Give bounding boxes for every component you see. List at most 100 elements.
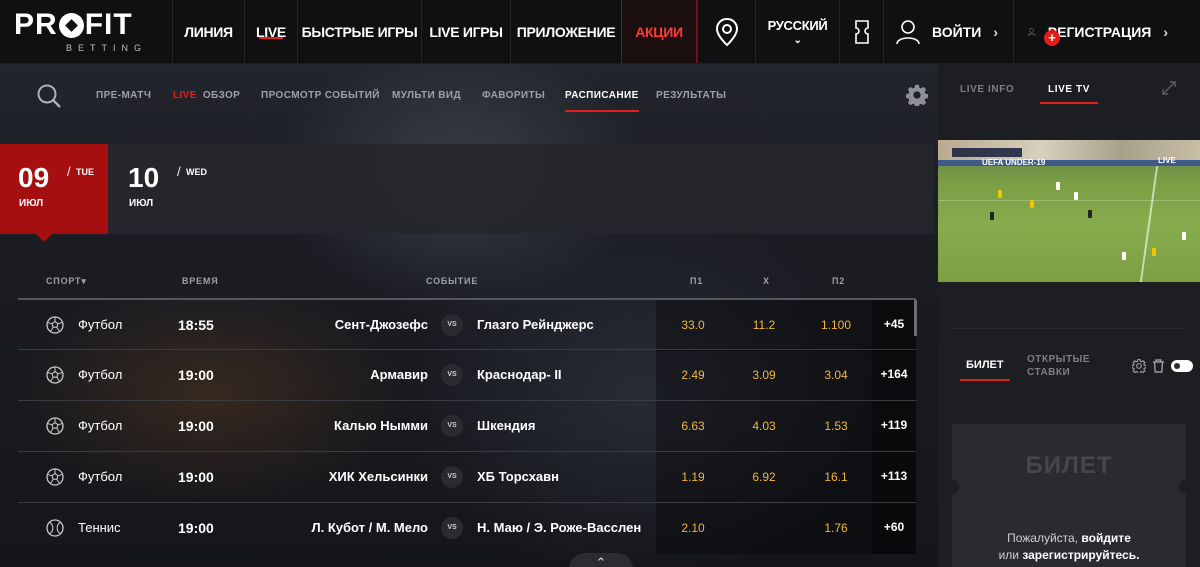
table-row[interactable]: Футбол 19:00 Армавир VS Краснодар- II 2.49 3.0… xyxy=(18,349,916,401)
trash-icon[interactable] xyxy=(1152,359,1165,373)
tab-schedule[interactable]: РАСПИСАНИЕ xyxy=(565,90,639,112)
home-team[interactable]: ХИК Хельсинки xyxy=(329,469,428,484)
home-team[interactable]: Л. Кубот / М. Мело xyxy=(312,520,429,535)
tennis-ball-icon xyxy=(46,519,64,537)
odd-p1[interactable]: 1.19 xyxy=(663,470,723,484)
event-time: 19:00 xyxy=(178,367,214,383)
ticket-login-link[interactable]: войдите xyxy=(1081,531,1130,545)
odd-p1[interactable]: 6.63 xyxy=(663,419,723,433)
away-team[interactable]: ХБ Торсхавн xyxy=(477,469,559,484)
ticket-register-link[interactable]: зарегистрируйтесь. xyxy=(1022,548,1139,562)
tab-multiview[interactable]: МУЛЬТИ ВИД xyxy=(392,90,461,101)
search-icon[interactable] xyxy=(36,83,62,109)
odd-p1[interactable]: 33.0 xyxy=(663,318,723,332)
ticket-card: БИЛЕТ Пожалуйста, войдите или зарегистри… xyxy=(945,424,1193,567)
tab-live-overview[interactable]: LIVE ОБЗОР xyxy=(173,90,240,101)
gear-icon[interactable] xyxy=(1132,359,1146,373)
odd-x[interactable]: 11.2 xyxy=(734,318,794,332)
pitch-line xyxy=(1139,166,1159,282)
odd-p2[interactable]: 1.53 xyxy=(806,419,866,433)
right-panel: LIVE INFO LIVE TV UEFA UNDER-19 LIVE БИЛ… xyxy=(938,64,1200,567)
video-scorebug xyxy=(952,148,1022,157)
logo[interactable]: PR FIT BETTING xyxy=(0,0,172,63)
video-live-label: LIVE xyxy=(1158,156,1176,165)
column-p1: П1 xyxy=(690,276,704,286)
date-tab-active[interactable]: 09 / TUE ИЮЛ xyxy=(0,144,108,242)
language-label: РУССКИЙ xyxy=(767,17,828,33)
more-bets-count[interactable]: +60 xyxy=(872,520,916,534)
away-team[interactable]: Глазго Рейнджерс xyxy=(477,317,594,332)
tab-events-view[interactable]: ПРОСМОТР СОБЫТИЙ xyxy=(261,90,380,101)
column-sport-label: СПОРТ xyxy=(46,276,82,286)
away-team[interactable]: Краснодар- II xyxy=(477,367,562,382)
overview-label: ОБЗОР xyxy=(202,90,241,101)
sport-name: Теннис xyxy=(78,520,121,535)
top-navigation: PR FIT BETTING ЛИНИЯ LIVE БЫСТРЫЕ ИГРЫ LI… xyxy=(0,0,1200,64)
tab-live-tv[interactable]: LIVE TV xyxy=(1040,84,1098,104)
coupon-button[interactable] xyxy=(839,0,883,63)
more-bets-count[interactable]: +164 xyxy=(872,367,916,381)
expand-icon[interactable] xyxy=(1162,81,1176,95)
events-table: Футбол 18:55 Сент-Джозефс VS Глазго Рейнджер… xyxy=(18,298,916,554)
tab-live-info[interactable]: LIVE INFO xyxy=(960,84,1014,95)
column-time: ВРЕМЯ xyxy=(182,276,219,286)
date-number: 10 xyxy=(128,162,160,193)
nav-fast-games[interactable]: БЫСТРЫЕ ИГРЫ xyxy=(297,0,421,63)
home-team[interactable]: Армавир xyxy=(370,367,428,382)
vs-badge: VS xyxy=(441,314,463,336)
live-prefix: LIVE xyxy=(173,90,197,101)
event-time: 19:00 xyxy=(178,520,214,536)
ticket-msg-pre: Пожалуйста, xyxy=(1007,531,1082,545)
tab-favorites[interactable]: ФАВОРИТЫ xyxy=(482,90,545,101)
tab-prematch[interactable]: ПРЕ-МАТЧ xyxy=(96,90,151,101)
more-bets-count[interactable]: +113 xyxy=(872,469,916,483)
odd-x[interactable]: 4.03 xyxy=(734,419,794,433)
language-selector[interactable]: РУССКИЙ ⌄ xyxy=(755,0,839,63)
odd-p2[interactable]: 1.100 xyxy=(806,318,866,332)
home-team[interactable]: Калью Нымми xyxy=(334,418,428,433)
odd-p2[interactable]: 16.1 xyxy=(806,470,866,484)
tab-ticket[interactable]: БИЛЕТ xyxy=(960,359,1010,381)
odd-p1[interactable]: 2.10 xyxy=(663,521,723,535)
odd-x[interactable]: 6.92 xyxy=(734,470,794,484)
login-button[interactable]: ВОЙТИ › xyxy=(883,0,1013,63)
nav-app[interactable]: ПРИЛОЖЕНИЕ xyxy=(510,0,621,63)
live-video-player[interactable]: UEFA UNDER-19 LIVE xyxy=(938,140,1200,282)
column-sport[interactable]: СПОРТ▾ xyxy=(46,276,87,287)
nav-live-games[interactable]: LIVE ИГРЫ xyxy=(421,0,510,63)
location-icon xyxy=(715,17,738,46)
player xyxy=(990,212,994,220)
table-row[interactable]: Футбол 18:55 Сент-Джозефс VS Глазго Рейнджер… xyxy=(18,298,916,351)
nav-line[interactable]: ЛИНИЯ xyxy=(172,0,244,63)
gear-icon[interactable] xyxy=(906,84,928,106)
table-row[interactable]: Теннис 19:00 Л. Кубот / М. Мело VS Н. Маю / … xyxy=(18,502,916,554)
nav-live[interactable]: LIVE xyxy=(244,0,297,63)
date-tab[interactable]: 10 / WED ИЮЛ xyxy=(110,144,218,234)
quick-bet-toggle[interactable] xyxy=(1171,360,1193,372)
home-team[interactable]: Сент-Джозефс xyxy=(335,317,428,332)
chevron-right-icon: › xyxy=(1163,23,1168,40)
odd-x[interactable]: 3.09 xyxy=(734,368,794,382)
away-team[interactable]: Н. Маю / Э. Роже-Васслен xyxy=(477,520,641,535)
vs-badge: VS xyxy=(441,415,463,437)
logo-ball-icon xyxy=(58,12,84,38)
away-team[interactable]: Шкендия xyxy=(477,418,535,433)
odd-p1[interactable]: 2.49 xyxy=(663,368,723,382)
nav-promotions[interactable]: АКЦИИ xyxy=(621,0,697,63)
more-bets-count[interactable]: +45 xyxy=(872,317,916,331)
table-row[interactable]: Футбол 19:00 ХИК Хельсинки VS ХБ Торсхавн 1.1… xyxy=(18,451,916,503)
location-button[interactable] xyxy=(697,0,755,63)
scroll-up-button[interactable]: ⌃ xyxy=(569,553,633,567)
table-row[interactable]: Футбол 19:00 Калью Нымми VS Шкендия 6.63 4.03 1… xyxy=(18,400,916,452)
odd-p2[interactable]: 1.76 xyxy=(806,521,866,535)
tab-results[interactable]: РЕЗУЛЬТАТЫ xyxy=(656,90,726,101)
user-add-icon xyxy=(1028,27,1036,36)
odd-p2[interactable]: 3.04 xyxy=(806,368,866,382)
more-bets-count[interactable]: +119 xyxy=(872,418,916,432)
register-button[interactable]: + РЕГИСТРАЦИЯ › xyxy=(1013,0,1180,63)
date-month: ИЮЛ xyxy=(129,198,154,209)
scrollbar[interactable] xyxy=(914,300,917,336)
tab-open-bets[interactable]: ОТКРЫТЫЕ СТАВКИ xyxy=(1027,353,1090,379)
date-number: 09 xyxy=(18,162,50,193)
player xyxy=(1030,200,1034,208)
